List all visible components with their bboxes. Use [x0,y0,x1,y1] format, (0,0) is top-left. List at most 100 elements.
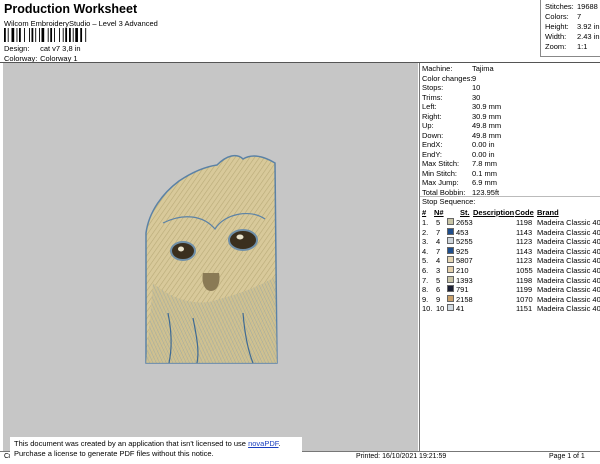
needle-number: 4 [436,237,441,247]
barcode-bar [65,28,68,42]
stat-colors: Colors: 7 [545,12,581,21]
barcode-bar [59,28,60,42]
barcode-bar [41,28,45,42]
barcode-bar [16,28,18,42]
stat-zoom: Zoom: 1:1 [545,42,587,51]
needle-number: 7 [436,246,441,256]
stitch-count: 41 [456,304,465,314]
machine-info-value: 0.1 mm [472,168,498,178]
col-header-desc: Description [473,208,515,217]
stat-height: Height: 3.92 in [545,22,600,31]
stop-number: 5. [422,256,429,266]
stitch-count: 1393 [456,275,473,285]
printed-date: Printed: 16/10/2021 19:21:59 [356,453,447,460]
stitch-count: 5807 [456,256,473,266]
machine-info-row: EndY: 0.00 in [422,149,495,159]
stat-value: 1:1 [577,42,588,51]
machine-info-value: 0.00 in [472,140,495,149]
needle-number: 6 [436,285,441,295]
barcode-bar [62,28,64,42]
barcode-bar [19,28,21,42]
stat-label: Colors: [545,12,569,21]
novapdf-link[interactable]: novaPDF [248,439,278,448]
needle-number: 7 [436,227,441,237]
barcode-bar [85,28,87,42]
table-row: 9. 9 2158 1070 Madeira Classic 40 [420,294,600,305]
machine-info-label: EndY: [422,149,443,159]
stitch-count: 2653 [456,218,473,227]
machine-info-row: Up: 49.8 mm [422,121,501,130]
barcode-bar [50,28,53,42]
novapdf-period: . [278,439,281,448]
machine-info-label: Color changes: [422,73,473,83]
stitch-count: 791 [456,285,469,295]
design-label: Design: [4,44,30,53]
novapdf-notice: This document was created by an applicat… [10,437,302,464]
col-header-brand: Brand [537,208,559,217]
machine-info-label: EndX: [422,140,443,149]
stat-label: Width: [545,32,567,41]
color-swatch [447,218,454,225]
thread-brand: Madeira Classic 40 [537,275,600,285]
design-preview [3,63,418,451]
machine-info-row: Right: 30.9 mm [422,112,501,121]
stop-number: 3. [422,237,429,247]
machine-info-row: Max Stitch: 7.8 mm [422,159,497,168]
thread-code: 1123 [516,256,533,266]
color-swatch [447,256,454,264]
needle-number: 5 [436,218,441,227]
needle-number: 5 [436,275,441,285]
barcode-bar [69,28,71,42]
owl-embroidery-image [145,154,278,364]
machine-info-row: Max Jump: 6.9 mm [422,178,497,187]
stop-number: 1. [422,218,429,227]
stop-number: 9. [422,294,429,304]
machine-info-label: Min Stitch: [422,168,458,178]
stop-number: 2. [422,227,429,237]
stat-label: Height: [545,22,569,31]
thread-code: 1198 [516,218,533,227]
table-row: 4. 7 925 1143 Madeira Classic 40 [420,246,600,257]
color-swatch [447,237,454,245]
barcode-bar [24,28,25,42]
machine-info-value: 49.8 mm [472,130,502,140]
table-row: 3. 4 5255 1123 Madeira Classic 40 [420,237,600,247]
barcode [4,28,87,42]
thread-code: 1143 [516,227,533,237]
design-row: Design: cat v7 3,8 in [4,44,81,53]
barcode-bar [75,28,78,42]
page-number: Page 1 of 1 [549,453,585,460]
stitch-count: 210 [456,266,469,275]
stop-number: 6. [422,266,429,275]
machine-info-value: 49.8 mm [472,121,502,130]
novapdf-line1: This document was created by an applicat… [14,439,298,449]
thread-brand: Madeira Classic 40 [537,285,600,295]
needle-number: 10 [436,304,445,314]
barcode-bar [35,28,37,42]
barcode-bar [39,28,40,42]
barcode-bar [31,28,34,42]
machine-info-label: Left: [422,102,437,111]
table-row: 1. 5 2653 1198 Madeira Classic 40 [420,218,600,228]
software-subtitle: Wilcom EmbroideryStudio – Level 3 Advanc… [4,19,158,28]
thread-brand: Madeira Classic 40 [537,218,600,227]
barcode-bar [47,28,49,42]
barcode-bar [80,28,83,42]
barcode-bar [7,28,9,42]
machine-info-row: Machine: Tajima [422,64,494,73]
color-swatch [447,227,454,235]
color-swatch [447,266,454,273]
thread-code: 1143 [516,246,533,256]
machine-info-label: Machine: [422,64,453,73]
table-row: 7. 5 1393 1198 Madeira Classic 40 [420,275,600,286]
design-value: cat v7 3,8 in [40,44,81,53]
thread-code: 1070 [516,294,533,304]
stitch-count: 925 [456,246,469,256]
stop-sequence-title: Stop Sequence: [422,197,476,206]
machine-info-row: Min Stitch: 0.1 mm [422,168,497,178]
thread-brand: Madeira Classic 40 [537,266,600,275]
machine-info-value: 30 [472,92,481,102]
table-row: 10. 10 41 1151 Madeira Classic 40 [420,304,600,314]
machine-info-label: Stops: [422,83,444,92]
stat-stitches: Stitches: 19688 [545,2,598,11]
